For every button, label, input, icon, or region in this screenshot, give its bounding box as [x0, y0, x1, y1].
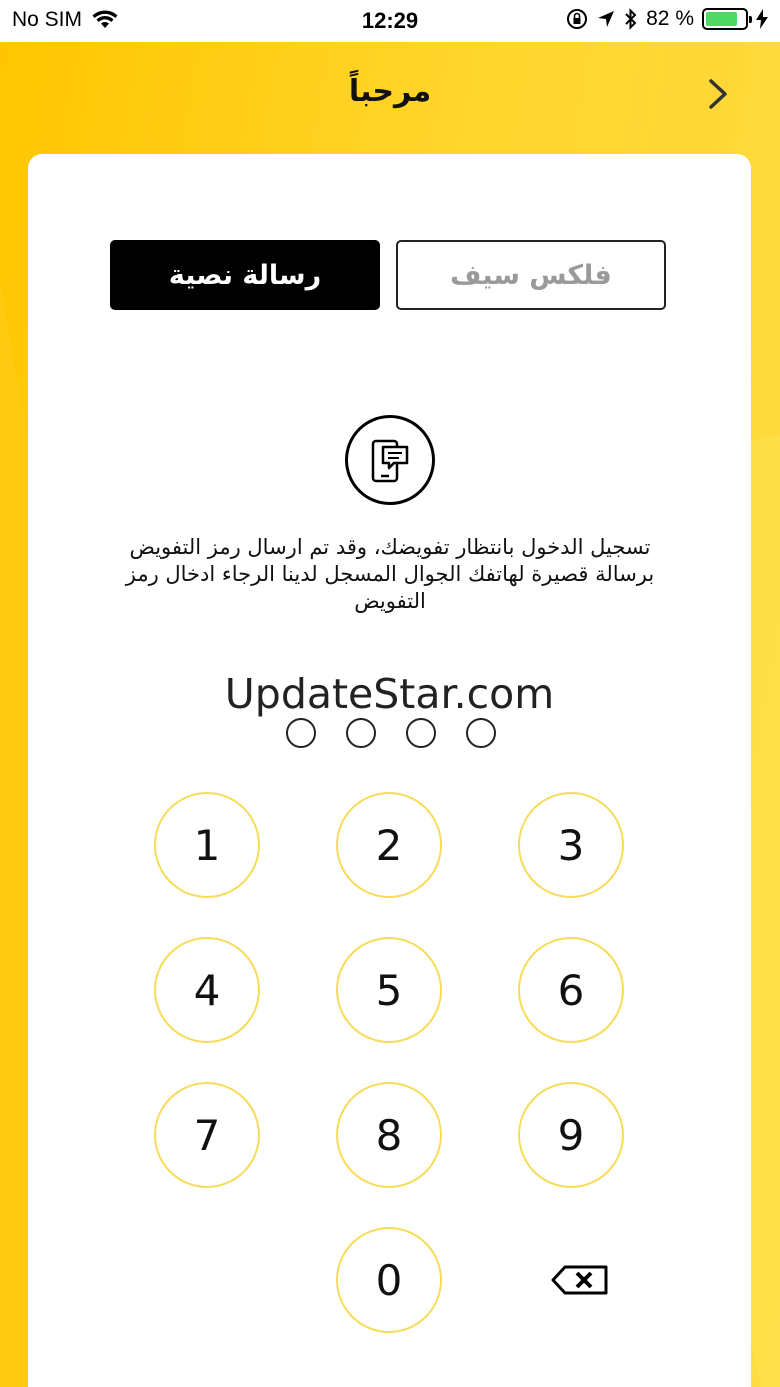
backspace-icon	[551, 1265, 608, 1295]
key-2[interactable]: 2	[336, 792, 442, 898]
battery-fill	[706, 12, 738, 26]
battery-percent: 82 %	[646, 7, 694, 30]
key-1[interactable]: 1	[154, 792, 260, 898]
key-9[interactable]: 9	[518, 1082, 624, 1188]
orientation-lock-icon	[567, 9, 588, 29]
main-card: رسالة نصية فلكس سيف تسجيل الدخول بانتظار…	[28, 154, 751, 1387]
pin-dot	[286, 718, 316, 748]
key-0[interactable]: 0	[336, 1227, 442, 1333]
sms-phone-icon	[345, 415, 435, 505]
pin-indicator	[286, 718, 496, 748]
status-right: 82 %	[566, 7, 768, 31]
pin-dot	[346, 718, 376, 748]
bluetooth-icon	[625, 8, 637, 30]
tab-flex-save[interactable]: فلكس سيف	[396, 240, 666, 310]
authorization-message: تسجيل الدخول بانتظار تفويضك، وقد تم ارسا…	[125, 535, 655, 613]
key-7[interactable]: 7	[154, 1082, 260, 1188]
location-icon	[598, 11, 615, 27]
key-4[interactable]: 4	[154, 937, 260, 1043]
backspace-button[interactable]	[527, 1227, 633, 1333]
pin-dot	[466, 718, 496, 748]
charging-icon	[756, 9, 768, 29]
page-title: مرحباً	[348, 74, 432, 109]
chevron-right-icon[interactable]	[700, 74, 736, 114]
key-3[interactable]: 3	[518, 792, 624, 898]
phone-message-icon	[371, 439, 409, 483]
watermark: UpdateStar.com	[224, 670, 555, 718]
tab-sms[interactable]: رسالة نصية	[110, 240, 380, 310]
battery-icon	[702, 8, 752, 30]
pin-dot	[406, 718, 436, 748]
key-8[interactable]: 8	[336, 1082, 442, 1188]
key-6[interactable]: 6	[518, 937, 624, 1043]
status-bar: No SIM 12:29 82 %	[0, 0, 780, 42]
key-5[interactable]: 5	[336, 937, 442, 1043]
